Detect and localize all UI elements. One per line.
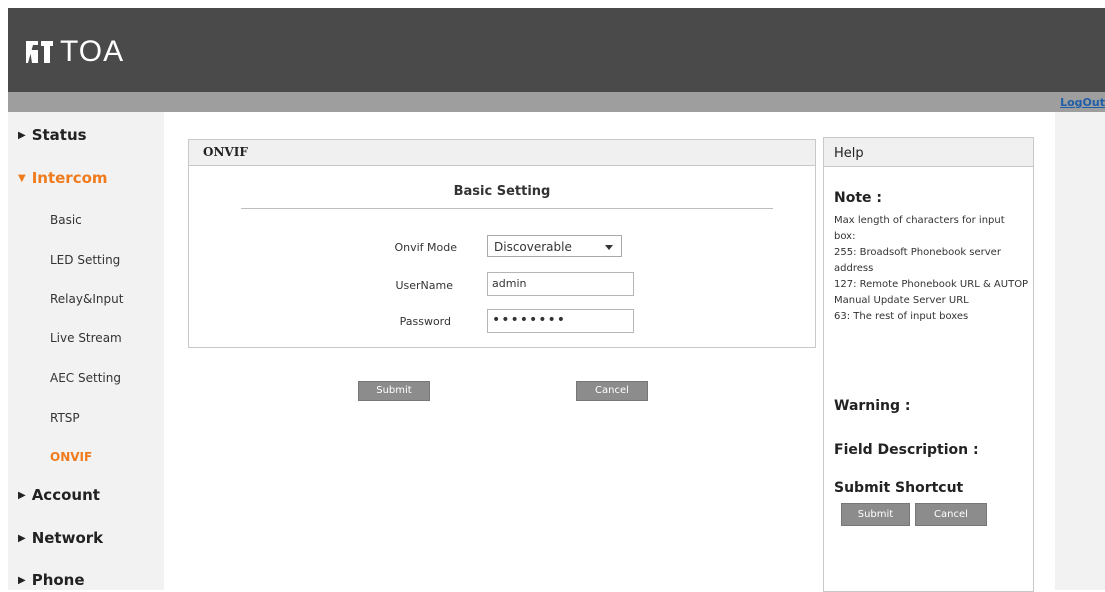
- username-input[interactable]: admin: [487, 272, 634, 296]
- cancel-button[interactable]: Cancel: [576, 381, 648, 401]
- onvif-mode-label: Onvif Mode: [394, 241, 457, 254]
- logo-text: TOA: [60, 35, 125, 68]
- sub-header-bar: [8, 92, 1105, 112]
- panel-title: ONVIF: [189, 140, 815, 166]
- password-input[interactable]: ••••••••: [487, 309, 634, 333]
- note-heading: Note :: [834, 190, 882, 206]
- password-label: Password: [399, 315, 451, 328]
- sidebar-sub-aec-setting[interactable]: AEC Setting: [50, 371, 121, 385]
- section-title: Basic Setting: [453, 184, 551, 199]
- sidebar-item-status[interactable]: ▶ Status: [18, 126, 87, 144]
- username-label: UserName: [395, 279, 453, 292]
- shortcut-cancel-button[interactable]: Cancel: [915, 503, 987, 526]
- field-description-heading: Field Description :: [834, 442, 979, 458]
- right-margin-column: [1055, 112, 1105, 590]
- sidebar-sub-led-setting[interactable]: LED Setting: [50, 253, 120, 267]
- note-text: Max length of characters for input box: …: [834, 215, 1029, 322]
- sidebar-item-phone[interactable]: ▶ Phone: [18, 571, 85, 589]
- collapsed-triangle-icon: ▶: [18, 533, 26, 544]
- section-divider: [241, 208, 773, 209]
- expanded-triangle-icon: ▼: [18, 173, 26, 184]
- sidebar-sub-onvif[interactable]: ONVIF: [50, 450, 92, 464]
- collapsed-triangle-icon: ▶: [18, 575, 26, 586]
- logout-link[interactable]: LogOut: [1060, 96, 1105, 109]
- onvif-mode-select[interactable]: Discoverable: [487, 235, 622, 257]
- onvif-panel: ONVIF Basic Setting Onvif Mode Discovera…: [188, 139, 816, 348]
- sidebar-item-account[interactable]: ▶ Account: [18, 486, 100, 504]
- help-panel: Help Note : Max length of characters for…: [823, 137, 1034, 592]
- sidebar-item-label: Status: [31, 126, 87, 144]
- collapsed-triangle-icon: ▶: [18, 490, 26, 501]
- sidebar-item-intercom[interactable]: ▼ Intercom: [18, 169, 108, 187]
- sidebar-item-network[interactable]: ▶ Network: [18, 529, 103, 547]
- sidebar-sub-relay-input[interactable]: Relay&Input: [50, 292, 123, 306]
- toa-logo: TOA: [26, 32, 124, 72]
- sidebar-item-label: Network: [31, 529, 104, 547]
- sidebar-sub-basic[interactable]: Basic: [50, 213, 82, 227]
- toa-logo-icon: [26, 41, 53, 63]
- onvif-mode-value: Discoverable: [494, 240, 572, 254]
- warning-heading: Warning :: [834, 398, 911, 414]
- top-header-bar: TOA: [8, 8, 1105, 92]
- sidebar-item-label: Intercom: [31, 169, 108, 187]
- sidebar-sub-live-stream[interactable]: Live Stream: [50, 331, 122, 345]
- chevron-down-icon: [605, 245, 613, 250]
- submit-shortcut-heading: Submit Shortcut: [834, 480, 964, 496]
- shortcut-submit-button[interactable]: Submit: [841, 503, 910, 526]
- sidebar-sub-rtsp[interactable]: RTSP: [50, 411, 80, 425]
- submit-button[interactable]: Submit: [358, 381, 430, 401]
- collapsed-triangle-icon: ▶: [18, 130, 26, 141]
- sidebar-item-label: Phone: [31, 571, 85, 589]
- help-title: Help: [824, 138, 1033, 167]
- sidebar-item-label: Account: [31, 486, 100, 504]
